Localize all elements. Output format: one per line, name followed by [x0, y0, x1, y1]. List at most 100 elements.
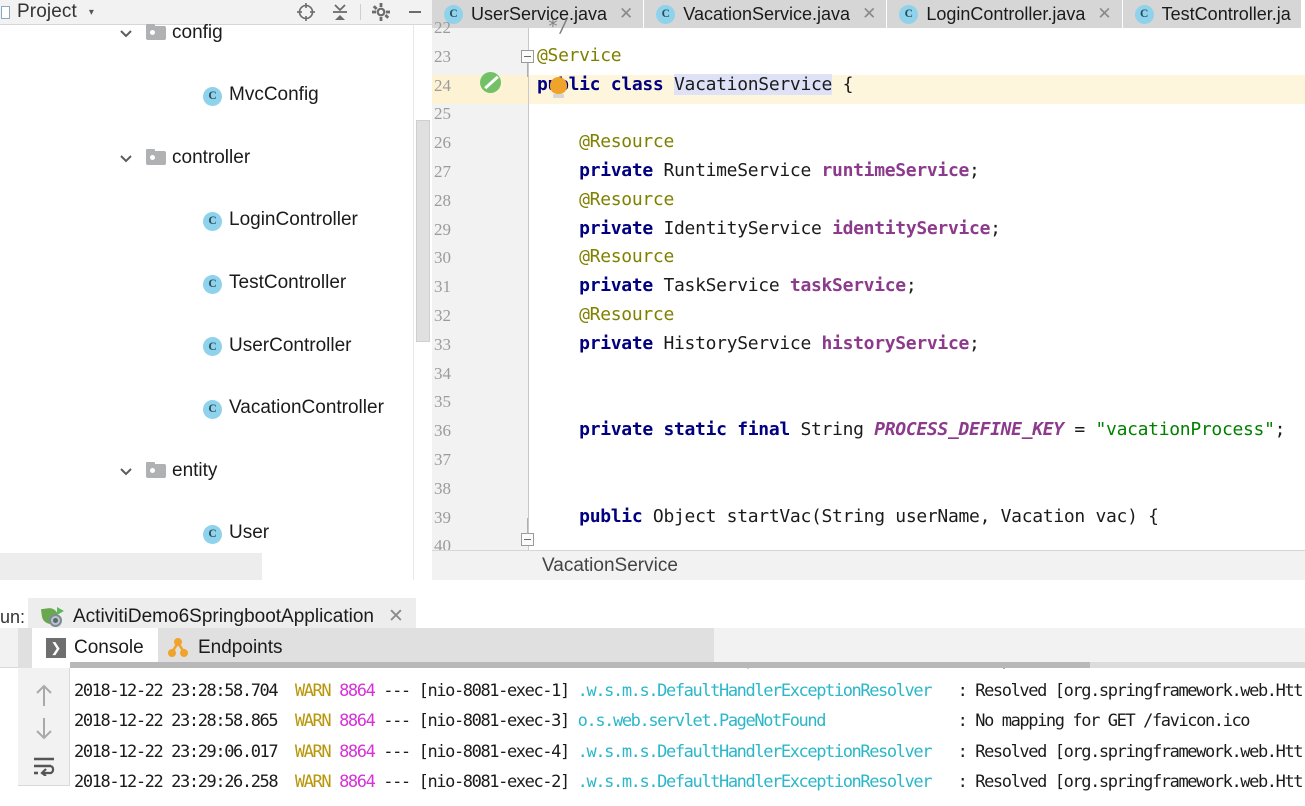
- java-class-icon: C: [656, 4, 676, 24]
- log-pid: 8864: [339, 772, 376, 792]
- log-thread: [nio-8081-exec-1]: [419, 668, 571, 670]
- line-number: 26: [434, 133, 451, 153]
- chevron-down-icon[interactable]: [118, 150, 134, 166]
- line-number: 31: [434, 277, 451, 297]
- code-line-36[interactable]: private static final String PROCESS_DEFI…: [537, 419, 1285, 440]
- run-label: un:: [0, 607, 26, 627]
- console-log-line: 2018-12-22 23:29:06.017 WARN 8864 --- [n…: [74, 741, 1304, 762]
- code-line-27[interactable]: private RuntimeService runtimeService;: [537, 160, 980, 181]
- fold-collapse-box-top[interactable]: [521, 50, 534, 63]
- log-level: WARN: [294, 711, 332, 731]
- tree-node-config[interactable]: config: [0, 17, 420, 48]
- close-icon[interactable]: ✕: [862, 4, 876, 24]
- java-class-icon: C: [1134, 4, 1154, 24]
- line-number: 35: [434, 392, 451, 412]
- run-subtab-label: Endpoints: [198, 637, 283, 658]
- tree-node-label: UserController: [229, 334, 352, 356]
- spring-bean-gutter-icon[interactable]: [480, 72, 501, 93]
- code-line-26[interactable]: @Resource: [537, 131, 674, 152]
- tree-node-controller[interactable]: controller: [0, 142, 420, 173]
- code-line-22[interactable]: */: [537, 16, 569, 37]
- log-level: WARN: [294, 741, 332, 762]
- log-dashes: ---: [383, 772, 411, 792]
- project-tree[interactable]: config C MvcConfig controller C LoginControll…: [0, 22, 420, 794]
- java-class-icon: C: [203, 211, 223, 231]
- log-timestamp: 2018-12-22 23:28:58.664: [74, 668, 279, 670]
- log-thread: [nio-8081-exec-1]: [418, 680, 571, 701]
- tree-node-testcontroller[interactable]: C TestController: [0, 267, 420, 298]
- gutter-divider: [528, 28, 529, 550]
- log-dashes: ---: [383, 741, 411, 762]
- editor-tab-testcontroller-ja[interactable]: C TestController.ja: [1122, 0, 1302, 28]
- editor-tab-label: VacationService.java: [683, 3, 851, 24]
- breadcrumb[interactable]: VacationService: [432, 550, 1305, 580]
- code-line-29[interactable]: private IdentityService identityService;: [537, 218, 1001, 239]
- tree-node-label: User: [229, 522, 270, 544]
- tree-node-vacationcontroller[interactable]: C VacationController: [0, 393, 420, 424]
- tree-node-label: MvcConfig: [229, 84, 319, 106]
- editor-tab-logincontroller-java[interactable]: C LoginController.java ✕: [887, 0, 1123, 28]
- line-number: 28: [434, 190, 451, 210]
- code-line-39[interactable]: public Object startVac(String userName, …: [537, 506, 1159, 527]
- log-dashes: ---: [383, 668, 411, 670]
- editor-tab-vacationservice-java[interactable]: C VacationService.java ✕: [644, 0, 888, 28]
- code-line-32[interactable]: @Resource: [537, 304, 674, 325]
- line-number: 39: [434, 507, 451, 527]
- chevron-down-icon[interactable]: [118, 463, 134, 479]
- log-logger: o.s.web.servlet.DispatcherServlet: [578, 668, 871, 670]
- tree-node-logincontroller[interactable]: C LoginController: [0, 205, 420, 236]
- log-message: : Resolved [org.springframework.web.Htt: [957, 772, 1304, 792]
- close-icon[interactable]: ✕: [619, 4, 633, 24]
- tree-node-usercontroller[interactable]: C UserController: [0, 330, 420, 361]
- log-dashes: ---: [383, 680, 411, 701]
- soft-wrap-button[interactable]: [27, 748, 61, 782]
- log-message: : Resolved [org.springframework.web.Htt: [957, 741, 1304, 762]
- fold-stem-method: [527, 518, 528, 534]
- scroll-down-button[interactable]: [27, 712, 61, 746]
- tree-node-mvcconfig[interactable]: C MvcConfig: [0, 80, 420, 111]
- editor-gutter[interactable]: 22 23 24 25 26 27 28 29 30 31 32 33 34 35 36 37 38 39 40: [432, 18, 529, 555]
- chevron-down-icon[interactable]: ▾: [89, 7, 94, 18]
- log-thread: [nio-8081-exec-3]: [418, 711, 571, 731]
- tree-node-label: config: [172, 21, 223, 43]
- line-number: 30: [434, 248, 451, 268]
- log-timestamp: 2018-12-22 23:28:58.704: [74, 680, 279, 701]
- log-pid: 8864: [339, 668, 376, 670]
- console-log-line: 2018-12-22 23:28:58.865 WARN 8864 --- [n…: [74, 711, 1251, 731]
- code-line-33[interactable]: private HistoryService historyService;: [537, 333, 980, 354]
- log-timestamp: 2018-12-22 23:28:58.865: [74, 711, 279, 731]
- scroll-up-button[interactable]: [27, 678, 61, 712]
- code-line-23[interactable]: @Service: [537, 45, 622, 66]
- tree-node-label: entity: [172, 459, 218, 481]
- editor-area: C UserService.java ✕ C VacationService.java ✕…: [432, 0, 1305, 580]
- fold-stem: [527, 63, 528, 77]
- code-line-30[interactable]: @Resource: [537, 246, 674, 267]
- log-dashes: ---: [383, 711, 411, 731]
- tree-node-entity[interactable]: entity: [0, 455, 420, 486]
- java-class-icon: C: [203, 274, 223, 294]
- code-editor[interactable]: 22 23 24 25 26 27 28 29 30 31 32 33 34 35 36 37 38 39 40 *…: [432, 16, 1305, 576]
- java-class-icon: C: [203, 524, 223, 544]
- tree-node-user[interactable]: C User: [0, 518, 420, 549]
- tree-node-label: VacationController: [229, 397, 384, 419]
- fold-collapse-box-method[interactable]: [521, 533, 534, 546]
- line-number: 37: [434, 450, 451, 469]
- log-pid: 8864: [339, 711, 376, 731]
- log-level: WARN: [294, 772, 332, 792]
- code-line-31[interactable]: private TaskService taskService;: [537, 275, 917, 296]
- tree-node-label: controller: [172, 146, 251, 168]
- code-line-28[interactable]: @Resource: [537, 189, 674, 210]
- close-icon[interactable]: ✕: [1097, 4, 1111, 24]
- code-line-24[interactable]: public class VacationService {: [537, 73, 853, 95]
- close-icon[interactable]: ✕: [388, 605, 404, 628]
- chevron-down-icon[interactable]: [118, 25, 134, 41]
- console-output[interactable]: 2018-12-22 23:28:58.664 INFO 8864 --- [n…: [70, 668, 1305, 806]
- editor-tab-label: TestController.ja: [1161, 3, 1291, 24]
- line-number: 23: [434, 46, 451, 66]
- line-number: 36: [434, 421, 451, 441]
- intention-bulb-icon[interactable]: [550, 77, 567, 98]
- project-tool-window: Project ▾ config C MvcConfig controller …: [0, 0, 432, 794]
- run-tool-window: ▸ un: ActivitiDemo6SpringbootApplication…: [0, 580, 1305, 806]
- breadcrumb-class[interactable]: VacationService: [542, 555, 678, 577]
- console-log-line: 2018-12-22 23:28:58.704 WARN 8864 --- [n…: [74, 680, 1304, 701]
